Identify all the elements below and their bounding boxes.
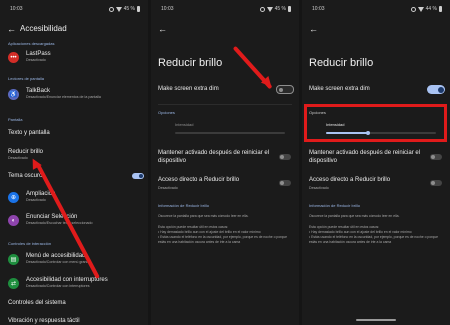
info-paragraph-1: Oscurece la pantalla para que sea más có… [158,214,249,218]
item-sub: Desactivado [26,58,46,62]
section-interaction: Controles de interacción [8,241,52,246]
intensity-label: Intensidad [175,122,194,127]
extra-dim-toggle[interactable] [427,85,445,94]
back-arrow-icon[interactable]: ← [309,24,318,34]
wifi-icon [266,6,273,12]
switch-icon: ⇄ [8,278,19,289]
battery-icon [288,6,291,12]
reduce-brightness-screen: 10:03 45 % ← Reducir brillo Make screen … [151,0,299,325]
status-bar: 10:03 45 % [159,6,291,14]
info-paragraph-2: Esta opción puede resultar útil en estos… [309,225,438,244]
page-title: Reducir brillo [309,57,374,69]
shortcut-sub: Desactivado [158,185,178,190]
status-time: 10:03 [161,6,174,12]
item-sub: Desactivado/Escuchar texto seleccionado [26,221,93,225]
lastpass-icon: ••• [8,52,19,63]
item-label: Controles del sistema [8,300,66,306]
list-item-system-controls[interactable]: Controles del sistema [8,300,66,306]
item-sub: Desactivado/Enunciar elementos de la pan… [26,95,101,99]
intensity-slider-disabled [175,132,285,134]
list-item-dark-theme[interactable]: Tema oscuro [8,173,42,179]
item-label: Accesibilidad con interruptores [26,277,108,283]
list-item-select-to-speak[interactable]: Enunciar Selección Desactivado/Escuchar … [26,214,142,225]
extra-dim-label: Make screen extra dim [309,86,370,92]
item-label: Ampliación [26,191,56,197]
section-display: Pantalla [8,117,23,122]
item-label: Enunciar Selección [26,214,78,220]
keep-on-row[interactable]: Mantener activado después de reiniciar e… [158,150,273,165]
page-title: Accesibilidad [20,24,67,33]
list-item-lastpass[interactable]: LastPass Desactivado [26,51,142,62]
shortcut-toggle[interactable] [430,180,442,186]
item-label: LastPass [26,51,51,57]
reduce-brightness-enabled-screen: 10:03 44 % ← Reducir brillo Make screen … [302,0,450,325]
wifi-icon [417,6,424,12]
list-item-talkback[interactable]: TalkBack Desactivado/Enunciar elementos … [26,88,142,99]
item-label: Vibración y respuesta táctil [8,318,80,324]
accessibility-screen: 10:03 45 % ← Accesibilidad Aplicaciones … [0,0,148,325]
info-paragraph-2: Esta opción puede resultar útil en estos… [158,225,287,244]
item-label: TalkBack [26,88,51,94]
item-sub: Desactivado/Controlar con interruptores [26,284,90,288]
section-downloaded-apps: Aplicaciones descargadas [8,41,55,46]
keep-on-toggle[interactable] [430,154,442,160]
status-bar: 10:03 45 % [8,6,140,14]
annotation-highlight-box [304,104,447,142]
section-screen-readers: Lectores de pantalla [8,76,45,81]
battery-percent: 45 % [274,6,286,12]
back-arrow-icon[interactable]: ← [158,24,167,34]
item-sub: Desactivado [26,198,46,202]
keep-on-label: Mantener activado después de reiniciar e… [158,150,270,164]
list-item-vibration[interactable]: Vibración y respuesta táctil [8,318,80,324]
keep-on-label: Mantener activado después de reiniciar e… [309,150,421,164]
divider [158,104,292,105]
item-label: Tema oscuro [8,173,43,179]
item-label: Reducir brillo [8,149,44,155]
list-item-switch-access[interactable]: Accesibilidad con interruptores Desactiv… [26,277,142,288]
battery-icon [439,6,442,12]
extra-dim-row[interactable]: Make screen extra dim [158,86,273,94]
alarm-icon [108,6,114,12]
item-sub: Desactivado/Controlar con menú grande [26,260,91,264]
navigation-bar[interactable] [356,319,396,321]
back-arrow-icon[interactable]: ← [7,24,16,34]
shortcut-sub: Desactivado [309,185,329,190]
keep-on-toggle[interactable] [279,154,291,160]
extra-dim-toggle[interactable] [276,85,294,94]
shortcut-row[interactable]: Acceso directo a Reducir brillo Desactiv… [158,177,273,190]
item-label: Texto y pantalla [8,130,50,136]
info-title: Información de Reducir brillo [158,203,209,208]
shortcut-label: Acceso directo a Reducir brillo [158,177,240,183]
status-time: 10:03 [10,6,23,12]
shortcut-row[interactable]: Acceso directo a Reducir brillo Desactiv… [309,177,424,190]
info-title: Información de Reducir brillo [309,203,360,208]
wifi-icon [115,6,122,12]
talkback-icon: ♿ [8,89,19,100]
keep-on-row[interactable]: Mantener activado después de reiniciar e… [309,150,424,165]
extra-dim-label: Make screen extra dim [158,86,219,92]
list-item-text-display[interactable]: Texto y pantalla [8,130,50,136]
status-bar: 10:03 44 % [310,6,442,14]
list-item-magnification[interactable]: Ampliación Desactivado [26,191,142,202]
status-time: 10:03 [312,6,325,12]
extra-dim-row[interactable]: Make screen extra dim [309,86,424,94]
options-label: Opciones [158,110,175,115]
magnification-icon: ⊕ [8,192,19,203]
battery-icon [137,6,140,12]
shortcut-toggle[interactable] [279,180,291,186]
dark-theme-toggle[interactable] [132,173,144,179]
battery-percent: 45 % [123,6,135,12]
page-title: Reducir brillo [158,57,223,69]
battery-percent: 44 % [425,6,437,12]
shortcut-label: Acceso directo a Reducir brillo [309,177,391,183]
alarm-icon [410,6,416,12]
speak-icon: ◐ [8,215,19,226]
alarm-icon [259,6,265,12]
menu-icon: ▤ [8,254,19,265]
info-paragraph-1: Oscurece la pantalla para que sea más có… [309,214,400,218]
